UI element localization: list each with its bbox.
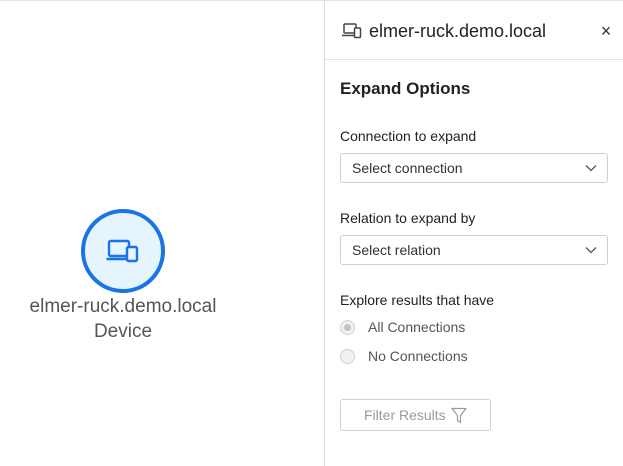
connection-label: Connection to expand [340, 128, 477, 144]
section-title: Expand Options [340, 79, 471, 98]
expand-options-panel: elmer-ruck.demo.local × Expand Options C… [325, 1, 623, 466]
app-root: elmer-ruck.demo.local Device elmer-ruck.… [0, 0, 623, 466]
device-icon [106, 239, 139, 263]
filter-results-label: Filter Results [364, 407, 446, 423]
radio-button[interactable] [340, 349, 355, 364]
panel-title: elmer-ruck.demo.local [369, 21, 547, 41]
radio-label: All Connections [368, 319, 466, 335]
relation-select[interactable]: Select relation [340, 235, 608, 265]
radio-label: No Connections [368, 348, 468, 364]
relation-select-value: Select relation [352, 242, 441, 258]
funnel-icon [451, 407, 467, 424]
panel-header: elmer-ruck.demo.local × [325, 1, 623, 60]
node-circle[interactable] [81, 209, 165, 293]
node-label: elmer-ruck.demo.local [29, 296, 217, 317]
connection-select-value: Select connection [352, 160, 463, 176]
explore-label: Explore results that have [340, 292, 495, 308]
node-type: Device [93, 321, 153, 342]
chevron-down-icon [585, 247, 597, 254]
relation-label: Relation to expand by [340, 210, 476, 226]
radio-button[interactable] [340, 320, 355, 335]
chevron-down-icon [585, 165, 597, 172]
graph-canvas[interactable]: elmer-ruck.demo.local Device [0, 1, 324, 466]
close-button[interactable]: × [597, 21, 615, 41]
device-icon [342, 23, 362, 39]
connection-select[interactable]: Select connection [340, 153, 608, 183]
filter-results-button[interactable]: Filter Results [340, 399, 491, 431]
radio-selected-dot [344, 324, 351, 331]
